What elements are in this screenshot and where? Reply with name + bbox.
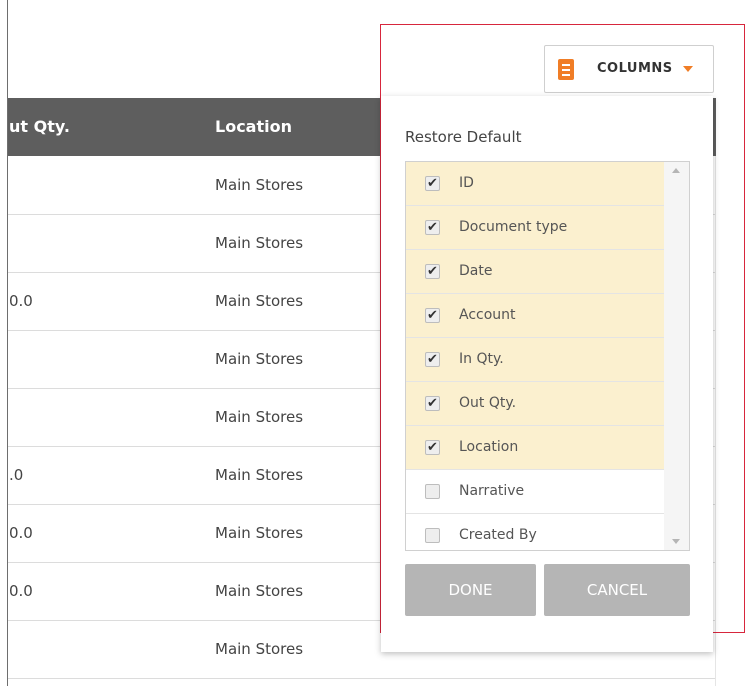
cell-location: Main Stores <box>215 582 304 600</box>
column-option-label: Created By <box>459 527 537 543</box>
cell-location: Main Stores <box>215 640 304 658</box>
scroll-down-icon[interactable] <box>672 539 680 544</box>
column-header-location[interactable]: Location <box>215 98 292 156</box>
column-option-id[interactable]: ✔ ID <box>406 162 664 206</box>
column-option-label: In Qty. <box>459 351 504 367</box>
done-button[interactable]: DONE <box>405 564 536 616</box>
cell-location: Main Stores <box>215 350 304 368</box>
cell-location: Main Stores <box>215 524 304 542</box>
restore-default-link[interactable]: Restore Default <box>405 128 522 146</box>
cell-location: Main Stores <box>215 176 304 194</box>
checkbox-checked[interactable]: ✔ <box>425 440 440 455</box>
cell-out-qty: 0.0 <box>9 292 33 310</box>
cell-location: Main Stores <box>215 466 304 484</box>
cancel-button[interactable]: CANCEL <box>544 564 690 616</box>
columns-button[interactable]: COLUMNS <box>544 45 714 93</box>
cell-location: Main Stores <box>215 234 304 252</box>
checkbox-checked[interactable]: ✔ <box>425 352 440 367</box>
column-option-out-qty[interactable]: ✔ Out Qty. <box>406 382 664 426</box>
columns-dropdown-panel: Restore Default ✔ ID ✔ Document type ✔ D… <box>381 96 713 652</box>
column-option-location[interactable]: ✔ Location <box>406 426 664 470</box>
cell-location: Main Stores <box>215 292 304 310</box>
caret-down-icon <box>683 66 693 72</box>
checkbox-checked[interactable]: ✔ <box>425 220 440 235</box>
columns-icon <box>558 59 574 80</box>
checkbox-checked[interactable]: ✔ <box>425 264 440 279</box>
column-option-label: Document type <box>459 219 568 235</box>
cell-out-qty: .0 <box>9 466 24 484</box>
column-header-out-qty[interactable]: ut Qty. <box>9 98 70 156</box>
cell-location: Main Stores <box>215 408 304 426</box>
column-option-label: Narrative <box>459 483 525 499</box>
column-option-date[interactable]: ✔ Date <box>406 250 664 294</box>
column-option-label: Date <box>459 263 493 279</box>
columns-button-label: COLUMNS <box>597 61 673 76</box>
column-option-label: Location <box>459 439 519 455</box>
column-option-label: Account <box>459 307 516 323</box>
list-scrollbar[interactable] <box>664 162 689 550</box>
column-option-label: ID <box>459 175 474 191</box>
checkbox-checked[interactable]: ✔ <box>425 396 440 411</box>
column-option-created-by[interactable]: Created By <box>406 514 664 550</box>
checkbox-unchecked[interactable] <box>425 484 440 499</box>
cell-out-qty: 0.0 <box>9 524 33 542</box>
column-checkbox-list: ✔ ID ✔ Document type ✔ Date ✔ Account ✔ … <box>405 161 690 551</box>
column-option-in-qty[interactable]: ✔ In Qty. <box>406 338 664 382</box>
column-option-narrative[interactable]: Narrative <box>406 470 664 514</box>
column-option-document-type[interactable]: ✔ Document type <box>406 206 664 250</box>
checkbox-checked[interactable]: ✔ <box>425 308 440 323</box>
checkbox-checked[interactable]: ✔ <box>425 176 440 191</box>
cell-out-qty: 0.0 <box>9 582 33 600</box>
column-option-account[interactable]: ✔ Account <box>406 294 664 338</box>
scroll-up-icon[interactable] <box>672 168 680 173</box>
column-option-label: Out Qty. <box>459 395 517 411</box>
checkbox-unchecked[interactable] <box>425 528 440 543</box>
